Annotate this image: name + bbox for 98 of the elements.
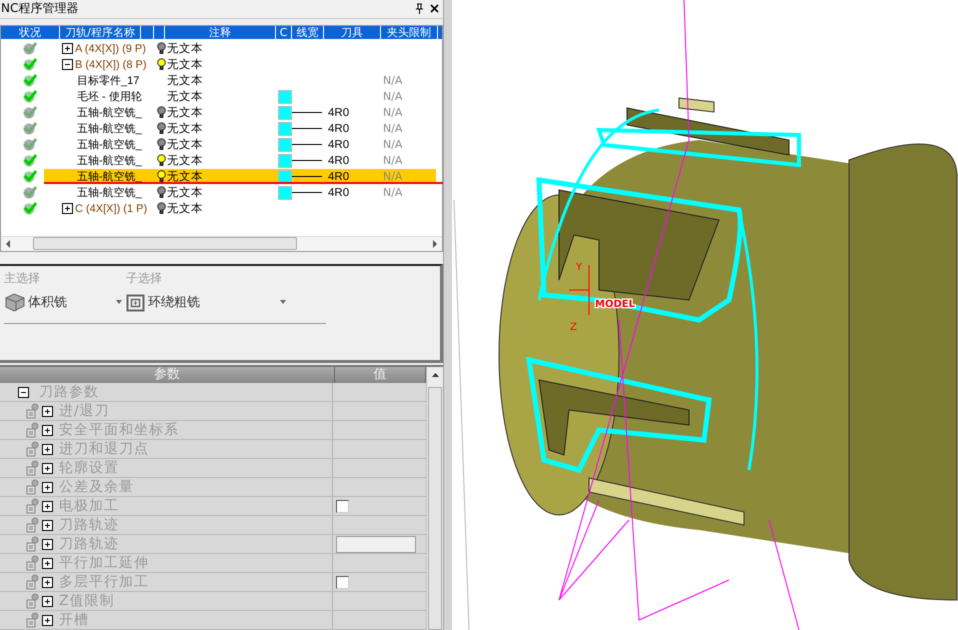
program-name[interactable]: 五轴-航空铣_ xyxy=(77,185,142,200)
expand-icon[interactable] xyxy=(42,538,53,550)
clamp-limit: N/A xyxy=(383,106,402,120)
program-name[interactable]: 毛坯 - 使用轮 xyxy=(77,89,142,104)
program-name[interactable]: 五轴-航空铣_ xyxy=(77,121,142,136)
clamp-limit: N/A xyxy=(383,122,402,136)
axis-label: Y xyxy=(576,262,582,273)
axis-label: Z xyxy=(570,322,577,333)
note-text: 无文本 xyxy=(167,42,203,56)
note-text: 无文本 xyxy=(167,170,203,184)
dropdown-caret-icon xyxy=(116,300,122,304)
parameter-icon xyxy=(26,498,40,514)
close-icon[interactable] xyxy=(430,4,440,14)
parameter-icon xyxy=(26,403,40,419)
line-width-sample xyxy=(292,144,322,146)
program-name[interactable]: 五轴-航空铣_ xyxy=(77,153,142,168)
expand-icon[interactable] xyxy=(42,424,53,436)
expand-icon[interactable] xyxy=(42,520,53,530)
parameter-icon xyxy=(26,555,40,571)
parameter-icon xyxy=(26,460,40,476)
expand-icon[interactable] xyxy=(42,614,53,626)
note-text: 无文本 xyxy=(167,90,203,104)
note-text: 无文本 xyxy=(167,74,203,88)
tool-name: 4R0 xyxy=(328,106,350,119)
sub-selection-label: 子选择 xyxy=(126,270,163,287)
clamp-limit: N/A xyxy=(383,154,402,168)
expand-icon[interactable] xyxy=(42,596,53,606)
horizontal-scrollbar[interactable] xyxy=(1,236,442,251)
parameter-icon xyxy=(26,441,40,457)
note-text: 无文本 xyxy=(167,202,203,216)
parameter-icon xyxy=(26,479,40,495)
line-width-sample xyxy=(292,192,322,194)
clamp-limit: N/A xyxy=(383,186,402,200)
column-header[interactable]: 注释 xyxy=(165,26,276,39)
parameter-icon xyxy=(26,422,40,438)
column-header: 参数 xyxy=(0,367,336,383)
spiral-icon xyxy=(126,292,146,312)
program-name[interactable]: C (4X[X]) (1 P) xyxy=(75,202,148,215)
line-width-sample xyxy=(292,176,322,178)
parameter-icon xyxy=(26,593,40,609)
column-header[interactable]: 刀具 xyxy=(324,26,381,39)
parameter-icon xyxy=(26,574,40,590)
line-width-sample xyxy=(292,112,322,114)
clamp-limit: N/A xyxy=(383,74,402,88)
tool-name: 4R0 xyxy=(328,122,350,135)
column-header[interactable]: 刀轨/程序名称 xyxy=(60,26,141,39)
expand-icon[interactable] xyxy=(42,406,53,416)
column-header[interactable]: 夹头限制 xyxy=(381,26,438,39)
parameter-icon xyxy=(26,517,40,533)
parameter-icon xyxy=(26,612,40,628)
vertical-scrollbar[interactable] xyxy=(426,367,444,630)
clamp-limit: N/A xyxy=(383,170,402,184)
column-header[interactable]: 线宽 xyxy=(292,26,324,39)
expand-icon[interactable] xyxy=(62,203,72,214)
collapse-icon[interactable] xyxy=(18,386,29,398)
line-width-sample xyxy=(292,128,322,130)
sub-selection-dropdown[interactable]: 环绕粗铣 xyxy=(126,290,286,313)
parameter-icon xyxy=(26,536,40,552)
coordinate-axes xyxy=(568,264,590,316)
tool-name: 4R0 xyxy=(328,186,350,199)
expand-icon[interactable] xyxy=(42,558,53,568)
expand-icon[interactable] xyxy=(42,500,53,512)
scroll-up-icon[interactable] xyxy=(432,373,439,377)
program-name[interactable]: 五轴-航空铣_ xyxy=(77,105,142,120)
checkbox[interactable] xyxy=(336,576,350,588)
line-width-sample xyxy=(292,160,322,162)
tool-name: 4R0 xyxy=(328,170,350,183)
clamp-block xyxy=(678,97,714,113)
expand-icon[interactable] xyxy=(42,576,53,588)
clamp-limit: N/A xyxy=(383,90,402,104)
column-header[interactable]: C xyxy=(276,26,292,39)
program-name[interactable]: A (4X[X]) (9 P) xyxy=(75,42,146,55)
main-selection-dropdown[interactable]: 体积铣 xyxy=(4,290,122,313)
tool-name: 4R0 xyxy=(328,154,350,167)
expand-icon[interactable] xyxy=(42,482,53,492)
program-name[interactable]: 五轴-航空铣_ xyxy=(77,137,142,152)
note-text: 无文本 xyxy=(167,186,203,200)
program-name[interactable]: B (4X[X]) (8 P) xyxy=(75,58,147,71)
expand-icon[interactable] xyxy=(42,444,53,454)
cube-icon xyxy=(4,292,26,312)
expand-icon[interactable] xyxy=(62,43,72,54)
program-name[interactable]: 目标零件_17 xyxy=(77,73,140,88)
program-name[interactable]: 五轴-航空铣_ xyxy=(77,169,142,184)
checkbox[interactable] xyxy=(336,500,350,512)
main-selection-label: 主选择 xyxy=(4,270,41,287)
pin-icon[interactable] xyxy=(415,3,424,14)
note-text: 无文本 xyxy=(167,58,203,72)
expand-icon[interactable] xyxy=(42,462,53,474)
column-header[interactable]: 状况 xyxy=(1,26,60,39)
note-text: 无文本 xyxy=(167,106,203,120)
tool-name: 4R0 xyxy=(328,138,350,151)
note-text: 无文本 xyxy=(167,138,203,152)
collapse-icon[interactable] xyxy=(62,59,72,70)
note-text: 无文本 xyxy=(167,154,203,168)
clamp-limit: N/A xyxy=(383,138,402,152)
panel-title: NC程序管理器 xyxy=(1,0,80,18)
dropdown-caret-icon xyxy=(280,300,286,304)
note-text: 无文本 xyxy=(167,122,203,136)
